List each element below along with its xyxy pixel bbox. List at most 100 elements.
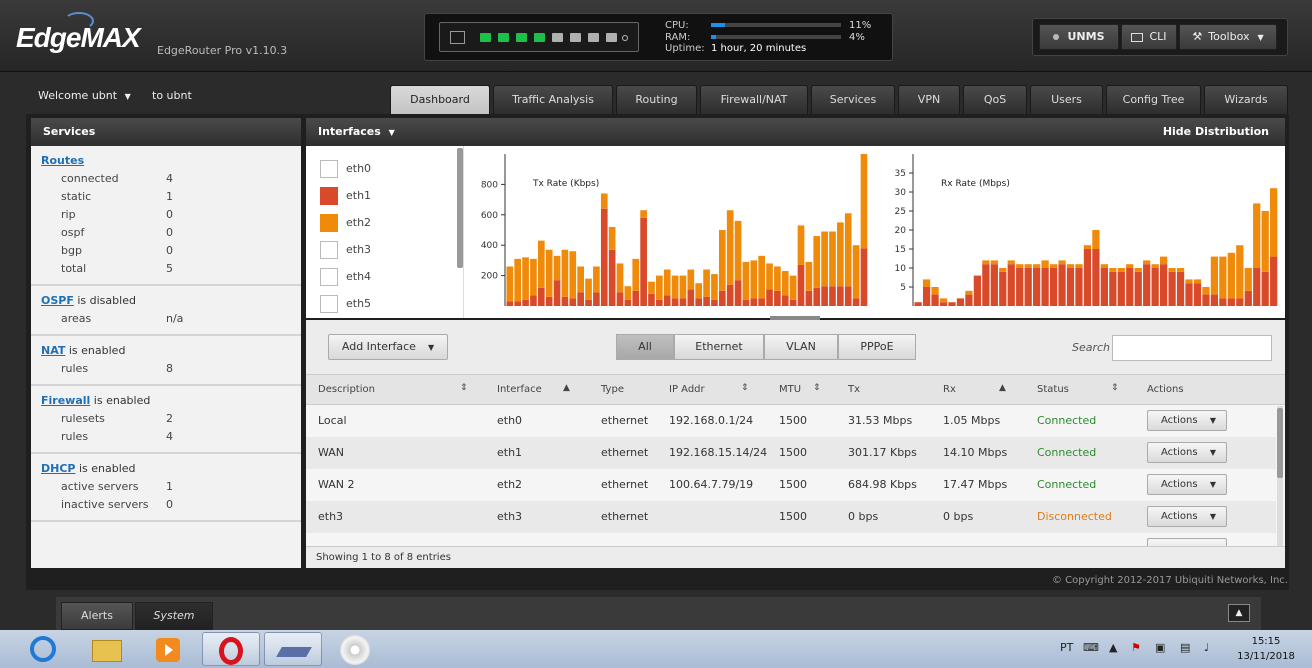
interfaces-menu[interactable]: Interfaces ▼ [318, 125, 395, 138]
bottom-tab-system[interactable]: System [135, 602, 213, 630]
column-header-mtu[interactable]: MTU [779, 384, 801, 395]
unms-button[interactable]: UNMS [1039, 24, 1119, 50]
ie-app-icon[interactable] [14, 632, 72, 666]
legend-item-eth4[interactable]: eth4 [320, 268, 440, 286]
tab-qos[interactable]: QoS [963, 85, 1027, 114]
column-header-interface[interactable]: Interface [497, 384, 542, 395]
cell-status: Disconnected [1037, 510, 1112, 523]
y-tick-label: 15 [895, 245, 906, 255]
tab-vpn[interactable]: VPN [898, 85, 960, 114]
bar-eth2 [1092, 230, 1100, 249]
sort-both-icon[interactable]: ⇕ [460, 383, 468, 393]
filter-vlan-button[interactable]: VLAN [764, 334, 838, 360]
tab-wizards[interactable]: Wizards [1204, 85, 1288, 114]
row-actions-button[interactable]: Actions ▼ [1147, 474, 1227, 495]
action-center-flag-icon[interactable]: ⚑ [1131, 642, 1143, 654]
firewall-link[interactable]: Firewall [41, 394, 90, 407]
dhcp-link[interactable]: DHCP [41, 462, 75, 475]
hide-distribution-link[interactable]: Hide Distribution [1163, 125, 1269, 138]
bar-eth1 [813, 287, 821, 306]
search-input[interactable] [1112, 335, 1272, 361]
legend-swatch[interactable] [320, 187, 338, 205]
file-explorer-app-icon[interactable] [78, 632, 136, 666]
column-header-actions[interactable]: Actions [1147, 384, 1184, 395]
disc-app-icon[interactable] [326, 632, 384, 666]
app-icon[interactable] [264, 632, 322, 666]
tab-services[interactable]: Services [811, 85, 895, 114]
uptime-label: Uptime: [665, 43, 705, 54]
show-hidden-icons-icon[interactable]: ▲ [1109, 642, 1121, 654]
bar-eth2 [1109, 268, 1117, 272]
legend-swatch[interactable] [320, 214, 338, 232]
legend-scrollbar[interactable] [457, 148, 463, 268]
sort-asc-icon[interactable]: ▲ [999, 383, 1006, 393]
column-header-description[interactable]: Description [318, 384, 375, 395]
sort-both-icon[interactable]: ⇕ [741, 383, 749, 393]
bar-eth1 [616, 292, 624, 306]
media-player-app-icon[interactable] [140, 632, 198, 666]
add-interface-button[interactable]: Add Interface ▼ [328, 334, 448, 360]
row-actions-button[interactable]: Actions ▼ [1147, 442, 1227, 463]
bar-eth1 [829, 286, 836, 306]
user-menu[interactable]: Welcome ubnt ▼ [38, 89, 131, 102]
bar-eth1 [931, 294, 939, 306]
legend-item-eth2[interactable]: eth2 [320, 214, 440, 232]
clock[interactable]: 15:15 13/11/2018 [1232, 634, 1300, 664]
network-adapter-icon[interactable]: ▣ [1155, 642, 1167, 654]
filter-pppoe-button[interactable]: PPPoE [838, 334, 916, 360]
cli-button[interactable]: CLI [1121, 24, 1177, 50]
network-icon[interactable]: ▤ [1180, 642, 1192, 654]
opera-app-icon[interactable] [202, 632, 260, 666]
filter-ethernet-button[interactable]: Ethernet [674, 334, 764, 360]
bar-eth1 [1202, 294, 1210, 306]
ethernet-port-icon [516, 33, 527, 42]
filter-all-button[interactable]: All [616, 334, 674, 360]
routes-link[interactable]: Routes [41, 154, 84, 167]
legend-swatch[interactable] [320, 295, 338, 313]
routes-row-value: 0 [166, 226, 173, 239]
bar-eth1 [781, 295, 789, 306]
cell-mtu: 1500 [779, 446, 807, 459]
tab-config-tree[interactable]: Config Tree [1106, 85, 1201, 114]
tab-traffic-analysis[interactable]: Traffic Analysis [493, 85, 613, 114]
column-header-rx[interactable]: Rx [943, 384, 956, 395]
bar-eth2 [852, 245, 860, 299]
ospf-status: is disabled [73, 294, 136, 307]
toolbox-button[interactable]: ⚒ Toolbox ▼ [1179, 24, 1277, 50]
nat-link[interactable]: NAT [41, 344, 65, 357]
column-header-tx[interactable]: Tx [848, 384, 860, 395]
legend-swatch[interactable] [320, 160, 338, 178]
bar-eth1 [860, 248, 868, 306]
table-scrollbar-thumb[interactable] [1277, 408, 1283, 478]
ospf-link[interactable]: OSPF [41, 294, 74, 307]
sort-both-icon[interactable]: ⇕ [1111, 383, 1119, 393]
legend-item-eth3[interactable]: eth3 [320, 241, 440, 259]
cell-mtu: 1500 [779, 478, 807, 491]
volume-icon[interactable]: ♩ [1204, 642, 1216, 654]
bar-eth1 [1261, 271, 1269, 306]
language-indicator[interactable]: PT [1060, 641, 1073, 654]
keyboard-icon[interactable]: ⌨ [1083, 642, 1099, 654]
row-actions-button[interactable]: Actions ▼ [1147, 410, 1227, 431]
legend-item-eth0[interactable]: eth0 [320, 160, 440, 178]
legend-item-eth5[interactable]: eth5 [320, 295, 440, 313]
bar-eth1 [1143, 264, 1151, 306]
bar-eth2 [600, 193, 608, 209]
cell-description: WAN [318, 446, 345, 459]
sort-both-icon[interactable]: ⇕ [813, 383, 821, 393]
row-actions-button[interactable]: Actions ▼ [1147, 506, 1227, 527]
tab-firewall-nat[interactable]: Firewall/NAT [700, 85, 808, 114]
tab-dashboard[interactable]: Dashboard [390, 85, 490, 114]
expand-up-button[interactable]: ▲ [1228, 604, 1250, 622]
tab-users[interactable]: Users [1030, 85, 1103, 114]
column-header-type[interactable]: Type [601, 384, 624, 395]
legend-item-eth1[interactable]: eth1 [320, 187, 440, 205]
column-header-status[interactable]: Status [1037, 384, 1069, 395]
legend-swatch[interactable] [320, 241, 338, 259]
column-header-ip-addr[interactable]: IP Addr [669, 384, 705, 395]
row-actions-button[interactable] [1147, 538, 1227, 546]
legend-swatch[interactable] [320, 268, 338, 286]
sort-asc-icon[interactable]: ▲ [563, 383, 570, 393]
tab-routing[interactable]: Routing [616, 85, 697, 114]
bottom-tab-alerts[interactable]: Alerts [61, 602, 133, 630]
